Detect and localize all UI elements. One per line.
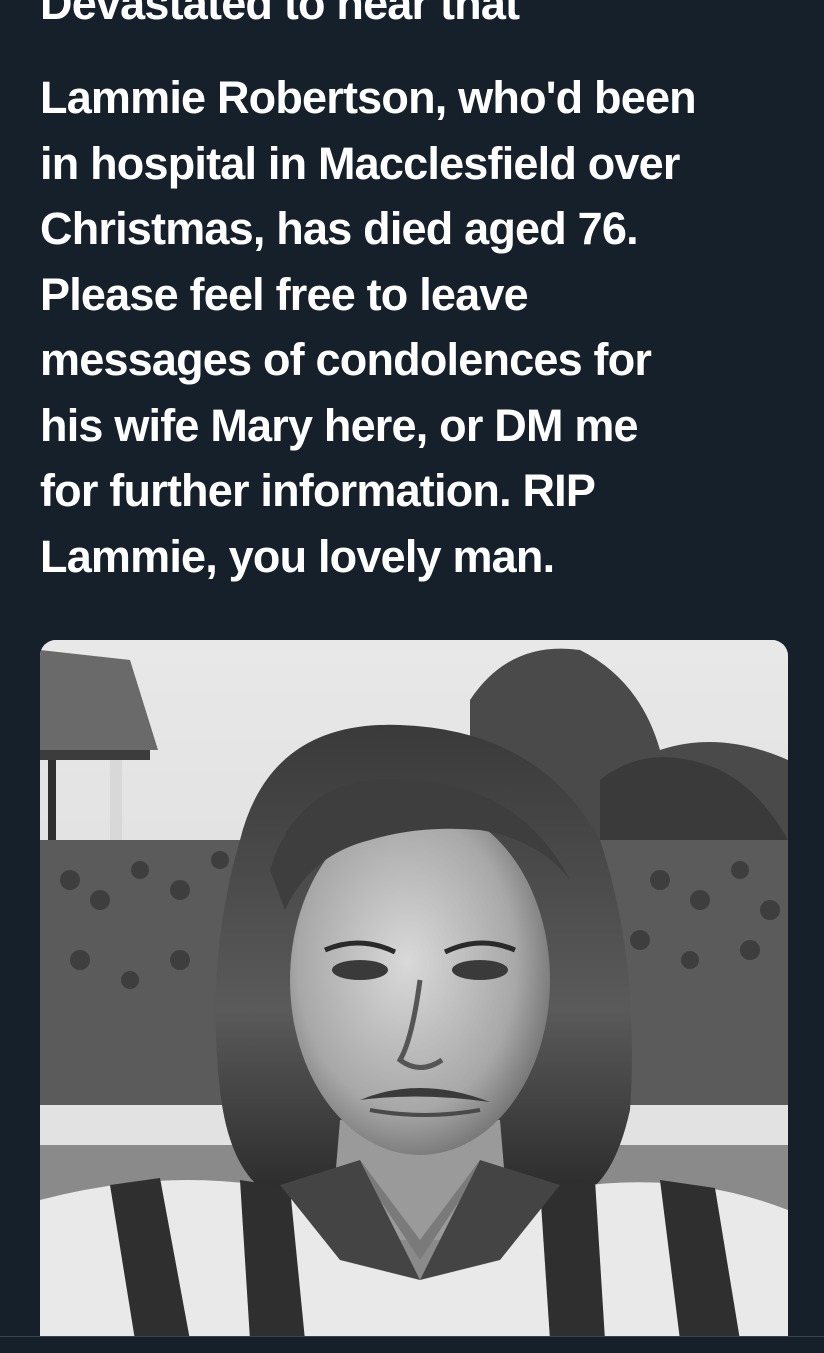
tweet-text-line: in hospital in Macclesfield over xyxy=(40,137,680,189)
tweet-container: Devastated to hear that Lammie Robertson… xyxy=(0,0,824,1353)
tweet-photo[interactable] xyxy=(40,640,788,1340)
tweet-text-line: his wife Mary here, or DM me xyxy=(40,399,639,451)
tweet-text-line: Lammie, you lovely man. xyxy=(40,530,555,582)
tweet-text-line: messages of condolences for xyxy=(40,334,652,385)
portrait-photo xyxy=(40,640,788,1340)
tweet-text-line: Please feel free to leave xyxy=(40,268,529,320)
tweet-text-line: Devastated to hear that xyxy=(40,0,520,29)
tweet-text-line: Christmas, has died aged 76. xyxy=(40,203,639,254)
tweet-text-line: Lammie Robertson, who'd been xyxy=(40,72,697,123)
tweet-text-line: for further information. RIP xyxy=(40,465,596,516)
bottom-divider xyxy=(0,1336,824,1353)
